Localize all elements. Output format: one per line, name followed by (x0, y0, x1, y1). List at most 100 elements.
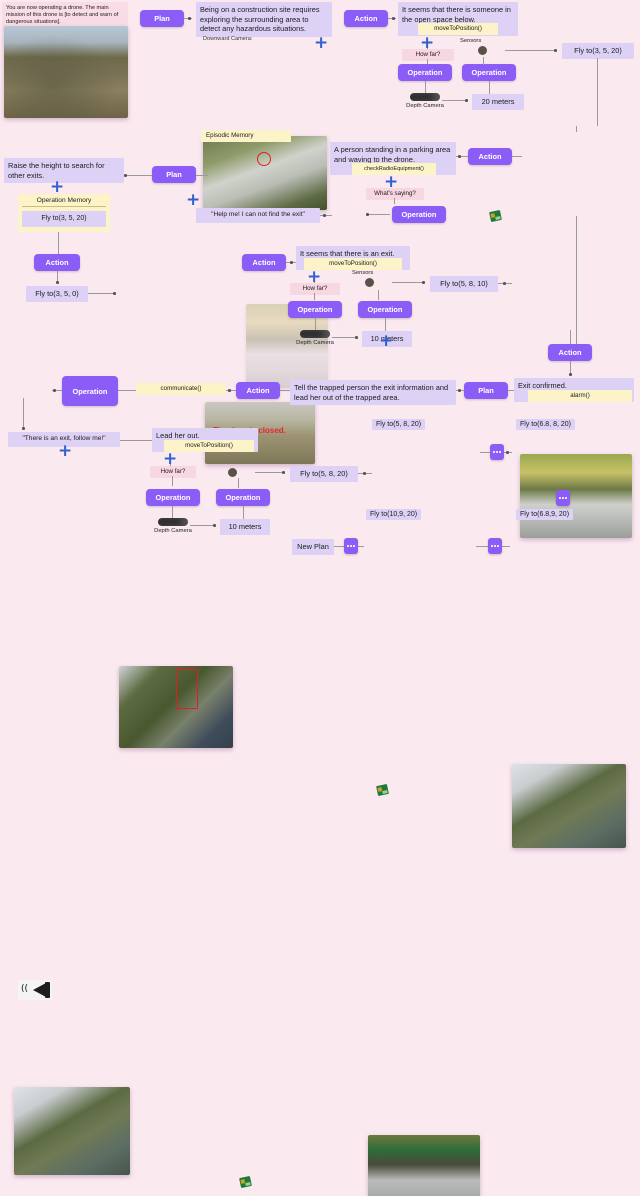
connector (238, 478, 239, 488)
command-fly-to-5-8-10: Fly to(5, 8, 10) (430, 276, 498, 292)
distance-10-meters-b: 10 meters (220, 519, 270, 535)
mission-drone-photo (4, 26, 128, 118)
badge-action-4[interactable]: Action (236, 382, 280, 399)
connector-dot (458, 389, 461, 392)
loudspeaker-icon: (( (18, 980, 52, 1000)
connector (378, 290, 379, 300)
badge-plan-2[interactable]: Plan (152, 166, 196, 183)
operation-memory-card: Operation Memory Fly to(3, 5, 20) (18, 194, 110, 232)
camera-lens-icon-3 (228, 468, 237, 477)
parking-area-photo (520, 454, 632, 538)
command-fly-to-5-8-20-left: Fly to(5, 8, 20) (290, 466, 358, 482)
connector (576, 126, 577, 132)
connector-dot (282, 471, 285, 474)
connector (23, 398, 24, 430)
connector (480, 452, 490, 453)
connector (172, 506, 173, 518)
query-how-far-1: How far? (402, 49, 454, 62)
badge-operation-3b[interactable]: Operation (358, 301, 412, 318)
sensor-board-icon-3 (239, 1175, 252, 1189)
badge-operation-4[interactable]: Operation (62, 376, 118, 406)
connector (425, 81, 426, 93)
plus-combiner-row3b: + (379, 331, 394, 351)
image-label-fly-10-9-20: Fly to(10,9, 20) (366, 509, 422, 520)
ellipsis-continuation-icon-2[interactable] (488, 538, 502, 554)
connector-dot (366, 213, 369, 216)
connector (366, 214, 390, 215)
badge-action-3-right[interactable]: Action (548, 344, 592, 361)
connector-dot (465, 99, 468, 102)
badge-action-1[interactable]: Action (344, 10, 388, 27)
operation-memory-item: Fly to(3, 5, 20) (22, 211, 106, 227)
downward-camera-photo (203, 136, 327, 210)
connector (120, 440, 152, 441)
connector (505, 50, 557, 51)
depth-camera-icon-3 (158, 518, 188, 526)
microphone-icon (352, 608, 364, 628)
image-label-fly-68-9-20: Fly to(6.8,9, 20) (516, 509, 574, 520)
sensors-label-1: Sensors (460, 38, 482, 44)
action-text-tell-trapped-person: Tell the trapped person the exit informa… (290, 380, 456, 406)
aerial-photo-exit-view (512, 764, 626, 848)
query-how-far-3: How far? (150, 466, 196, 479)
badge-operation-4a[interactable]: Operation (146, 489, 200, 506)
connector-dot (392, 17, 395, 20)
connector (280, 390, 290, 391)
ellipsis-continuation-icon-1[interactable] (490, 444, 504, 460)
sensor-board-icon-2 (376, 783, 389, 797)
connector-dot (355, 336, 358, 339)
badge-operation-3a[interactable]: Operation (288, 301, 342, 318)
sensor-board-icon-1 (489, 209, 502, 223)
plus-combiner-row2c: + (384, 172, 399, 192)
connector (476, 546, 488, 547)
connector (88, 293, 116, 294)
command-fly-to-3-5-0: Fly to(3, 5, 0) (26, 286, 88, 302)
depth-camera-label-3: Depth Camera (154, 528, 192, 534)
connector (172, 476, 173, 486)
sensors-label-2: Sensors (352, 270, 374, 276)
speech-help-me-quote: "Help me! I can not find the exit" (196, 208, 320, 223)
camera-lens-icon-2 (365, 278, 374, 287)
query-whats-saying: What's saying? (366, 188, 424, 201)
code-communicate: communicate() (136, 383, 226, 395)
connector (118, 390, 136, 391)
badge-operation-1a[interactable]: Operation (398, 64, 452, 81)
connector-dot (213, 524, 216, 527)
badge-action-2[interactable]: Action (468, 148, 512, 165)
badge-operation-4b[interactable]: Operation (216, 489, 270, 506)
image-label-fly-5-8-20: Fly to(5, 8, 20) (372, 419, 426, 430)
connector-dot (53, 389, 56, 392)
connector-dot (228, 389, 231, 392)
badge-operation-1b[interactable]: Operation (462, 64, 516, 81)
depth-camera-label-2: Depth Camera (296, 340, 334, 346)
query-how-far-2: How far? (290, 283, 340, 296)
connector (58, 232, 59, 254)
distance-20-meters: 20 meters (472, 94, 524, 110)
badge-plan-1[interactable]: Plan (140, 10, 184, 27)
ellipsis-continuation-icon-4[interactable] (344, 538, 358, 554)
connector-dot (290, 261, 293, 264)
connector-dot (56, 281, 59, 284)
command-fly-to-3-5-20: Fly to(3, 5, 20) (562, 43, 634, 59)
connector (358, 546, 364, 547)
downward-camera-caption: Downward Camera: (203, 36, 253, 42)
connector-dot (323, 214, 326, 217)
badge-plan-4[interactable]: Plan (464, 382, 508, 399)
connector-dot (569, 373, 572, 376)
label-new-plan: New Plan (292, 539, 334, 555)
connector (576, 216, 577, 344)
connector-dot (458, 155, 461, 158)
connector-dot (124, 174, 127, 177)
badge-operation-2[interactable]: Operation (392, 206, 446, 223)
connector-dot (503, 282, 506, 285)
image-label-fly-68-8-20: Fly to(6.8, 8, 20) (516, 419, 575, 430)
badge-action-3-left[interactable]: Action (34, 254, 80, 271)
operation-memory-title: Operation Memory (22, 197, 106, 207)
exit-highlight-box (176, 669, 198, 709)
hazard-highlight-box (257, 152, 271, 166)
badge-action-3-mid[interactable]: Action (242, 254, 286, 271)
connector (502, 546, 510, 547)
ellipsis-continuation-icon-3[interactable] (556, 490, 570, 506)
plus-combiner-row1: + (314, 33, 329, 53)
connector (320, 215, 332, 216)
